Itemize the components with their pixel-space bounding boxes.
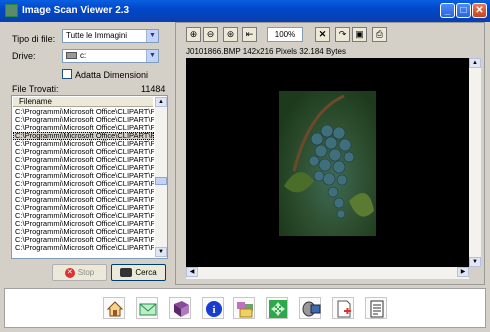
window-title: Image Scan Viewer 2.3 [22, 5, 130, 16]
drive-select[interactable]: c: ▼ [62, 49, 159, 63]
file-type-select[interactable]: Tutte le Immagini ▼ [62, 29, 159, 43]
list-item[interactable]: C:\Programmi\Microsoft Office\CLIPART\P [13, 228, 154, 236]
minimize-button[interactable]: _ [440, 3, 455, 18]
file-list[interactable]: Filename C:\Programmi\Microsoft Office\C… [11, 95, 168, 259]
mail-icon[interactable] [136, 297, 158, 319]
drive-value: c: [80, 51, 87, 60]
list-item[interactable]: C:\Programmi\Microsoft Office\CLIPART\P [13, 140, 154, 148]
zoom-out-icon[interactable]: ⊖ [203, 27, 218, 42]
list-item[interactable]: C:\Programmi\Microsoft Office\CLIPART\P [13, 164, 154, 172]
drive-icon [66, 52, 77, 60]
document-list-icon[interactable] [365, 297, 387, 319]
list-item[interactable]: C:\Programmi\Microsoft Office\CLIPART\P [13, 196, 154, 204]
chevron-down-icon[interactable]: ▼ [146, 50, 158, 62]
scroll-down-icon[interactable]: ▼ [155, 247, 167, 257]
list-item[interactable]: C:\Programmi\Microsoft Office\CLIPART\P [13, 212, 154, 220]
scroll-up-icon[interactable]: ▲ [155, 97, 167, 107]
grape-cluster-art [284, 94, 374, 219]
close-button[interactable]: ✕ [472, 3, 487, 18]
list-item[interactable]: C:\Programmi\Microsoft Office\CLIPART\P [13, 180, 154, 188]
bottom-toolbar: i [4, 288, 486, 328]
list-item[interactable]: C:\Programmi\Microsoft Office\CLIPART\P [13, 188, 154, 196]
drive-label: Drive: [12, 51, 36, 61]
list-item[interactable]: C:\Programmi\Microsoft Office\CLIPART\P [13, 148, 154, 156]
list-item[interactable]: C:\Programmi\Microsoft Office\CLIPART\P [13, 124, 154, 132]
home-icon[interactable] [103, 297, 125, 319]
scroll-down-icon[interactable]: ▼ [469, 257, 481, 267]
delete-icon[interactable]: ✕ [315, 27, 330, 42]
file-info: J0101866.BMP 142x216 Pixels 32.184 Bytes [186, 47, 346, 56]
fit-checkbox[interactable] [62, 69, 72, 79]
column-header-filename[interactable]: Filename [13, 97, 153, 107]
viewer-vertical-scrollbar[interactable]: ▲ ▼ [469, 58, 481, 267]
stop-icon: ✕ [64, 267, 75, 278]
search-button[interactable]: Cerca [111, 264, 166, 281]
list-item[interactable]: C:\Programmi\Microsoft Office\CLIPART\P [13, 132, 154, 140]
file-type-value: Tutte le Immagini [66, 31, 128, 40]
title-bar[interactable]: Image Scan Viewer 2.3 _ □ ✕ [0, 0, 490, 22]
maximize-button[interactable]: □ [456, 3, 471, 18]
list-item[interactable]: C:\Programmi\Microsoft Office\CLIPART\P [13, 156, 154, 164]
list-scrollbar[interactable]: ▲ ▼ [155, 97, 167, 257]
zoom-in-icon[interactable]: ⊕ [186, 27, 201, 42]
print-icon[interactable]: ⎙ [372, 27, 387, 42]
stop-button[interactable]: ✕ Stop [52, 264, 107, 281]
rotate-icon[interactable]: ↷ [335, 27, 350, 42]
list-item[interactable]: C:\Programmi\Microsoft Office\CLIPART\P [13, 236, 154, 244]
scroll-up-icon[interactable]: ▲ [469, 58, 481, 68]
save-icon[interactable]: ▣ [352, 27, 367, 42]
viewer-horizontal-scrollbar[interactable]: ◀ ▶ [186, 267, 469, 279]
folder-icon[interactable] [233, 297, 255, 319]
list-item[interactable]: C:\Programmi\Microsoft Office\CLIPART\P [13, 172, 154, 180]
stop-label: Stop [77, 268, 95, 277]
scroll-right-icon[interactable]: ▶ [457, 267, 469, 277]
search-label: Cerca [135, 268, 157, 277]
image-viewer-panel: ⊕ ⊖ ⊛ ⇤ 100% ✕ ↷ ▣ ⎙ J0101866.BMP 142x21… [175, 22, 485, 285]
list-item[interactable]: C:\Programmi\Microsoft Office\CLIPART\P [13, 108, 154, 116]
zoom-fit-icon[interactable]: ⊛ [223, 27, 238, 42]
fit-label: Adatta Dimensioni [75, 70, 149, 80]
files-found-count: 11484 [141, 84, 166, 94]
scroll-left-icon[interactable]: ◀ [186, 267, 198, 277]
image-canvas[interactable] [186, 58, 469, 267]
svg-text:i: i [212, 304, 215, 316]
file-type-label: Tipo di file: [12, 34, 56, 44]
flip-icon[interactable]: ⇤ [242, 27, 257, 42]
film-roll-icon[interactable] [299, 297, 321, 319]
list-item[interactable]: C:\Programmi\Microsoft Office\CLIPART\P [13, 204, 154, 212]
fullscreen-icon[interactable] [266, 297, 288, 319]
grape-image [279, 91, 376, 236]
list-item[interactable]: C:\Programmi\Microsoft Office\CLIPART\P [13, 220, 154, 228]
list-item[interactable]: C:\Programmi\Microsoft Office\CLIPART\P [13, 116, 154, 124]
zoom-level[interactable]: 100% [267, 27, 303, 42]
chevron-down-icon[interactable]: ▼ [146, 30, 158, 42]
scroll-thumb[interactable] [155, 177, 167, 185]
app-icon [5, 4, 18, 17]
info-icon[interactable]: i [202, 297, 224, 319]
file-rows: C:\Programmi\Microsoft Office\CLIPART\P C… [13, 108, 154, 252]
binoculars-icon [120, 268, 133, 278]
book-icon[interactable] [169, 297, 191, 319]
new-document-icon[interactable] [332, 297, 354, 319]
list-item[interactable]: C:\Programmi\Microsoft Office\CLIPART\P [13, 244, 154, 252]
files-found-label: File Trovati: [12, 84, 59, 94]
